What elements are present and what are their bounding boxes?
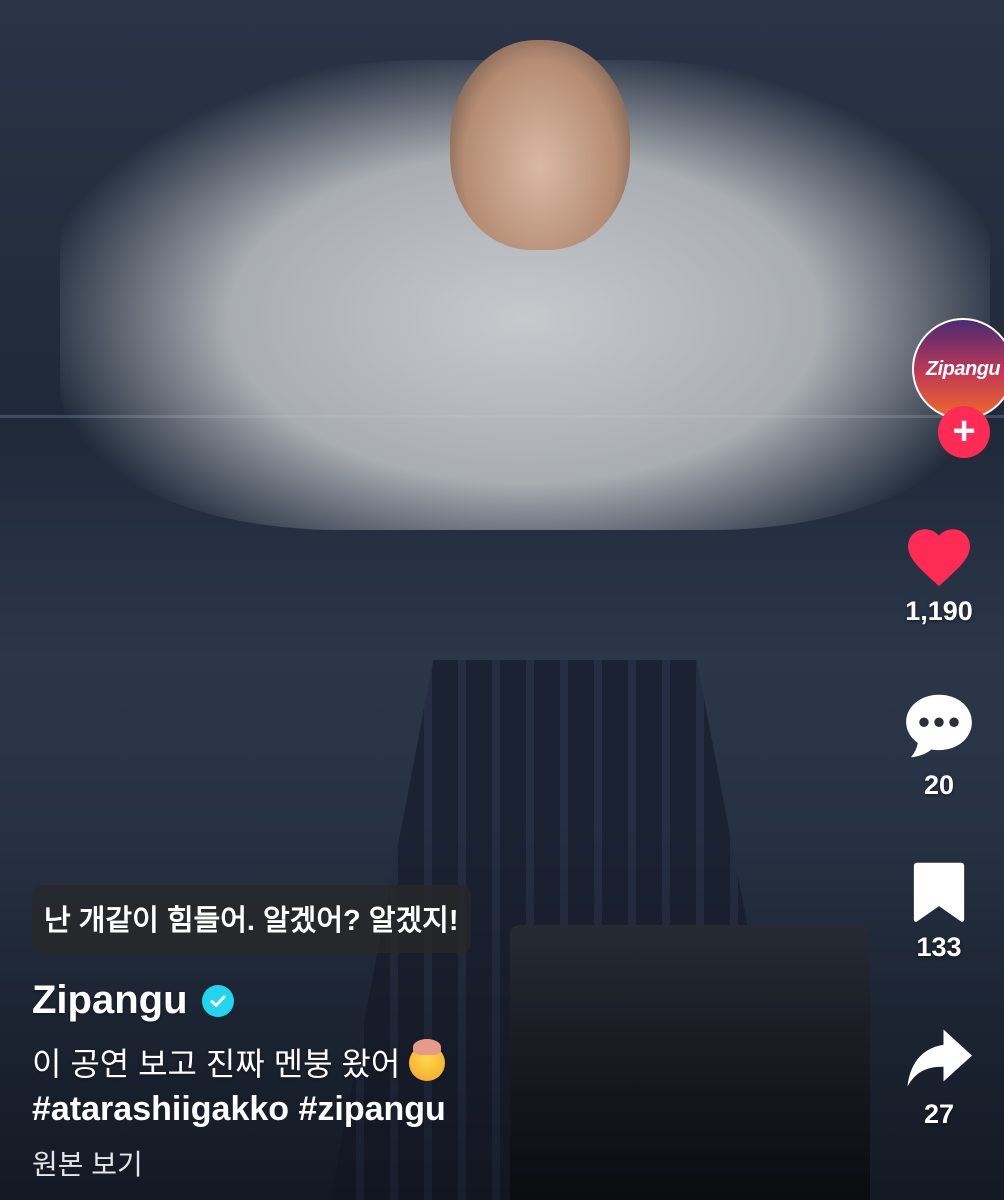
avatar-logo-text: Zipangu: [925, 357, 1001, 380]
action-rail: Zipangu + 1,190 20 133 27: [874, 0, 1004, 1200]
share-arrow-icon: [907, 1029, 972, 1087]
creator-username[interactable]: Zipangu: [32, 978, 188, 1023]
subtitle-caption: 난 개같이 힘들어. 알겠어? 알겠지!: [32, 885, 471, 953]
checkmark-icon: [210, 995, 226, 1007]
heart-icon: [908, 529, 970, 587]
comment-icon: [906, 694, 972, 758]
like-count: 1,190: [905, 596, 973, 626]
follow-button[interactable]: +: [938, 406, 990, 458]
save-count: 133: [916, 932, 962, 962]
hashtag-line[interactable]: #atarashiigakko #zipangu: [32, 1090, 832, 1129]
exploding-head-emoji-icon: [409, 1039, 446, 1081]
username-row: Zipangu: [32, 978, 832, 1023]
avatar[interactable]: Zipangu: [912, 318, 1004, 420]
comment-count: 20: [923, 770, 955, 800]
share-button[interactable]: 27: [874, 1025, 1004, 1130]
see-original-link[interactable]: 원본 보기: [32, 1143, 143, 1183]
bookmark-icon: [913, 862, 965, 922]
description-text: 이 공연 보고 진짜 멘붕 왔어: [32, 1046, 401, 1082]
save-button[interactable]: 133: [874, 858, 1004, 963]
comment-button[interactable]: 20: [874, 690, 1004, 801]
like-button[interactable]: 1,190: [874, 520, 1004, 627]
video-info: Zipangu 이 공연 보고 진짜 멘붕 왔어 #atarashiigakko…: [32, 978, 832, 1183]
video-description: 이 공연 보고 진짜 멘붕 왔어: [32, 1039, 832, 1088]
verified-badge-icon: [201, 984, 234, 1017]
creator-avatar-group[interactable]: Zipangu +: [912, 318, 1004, 458]
share-count: 27: [923, 1099, 955, 1129]
performer-head: [450, 40, 630, 250]
